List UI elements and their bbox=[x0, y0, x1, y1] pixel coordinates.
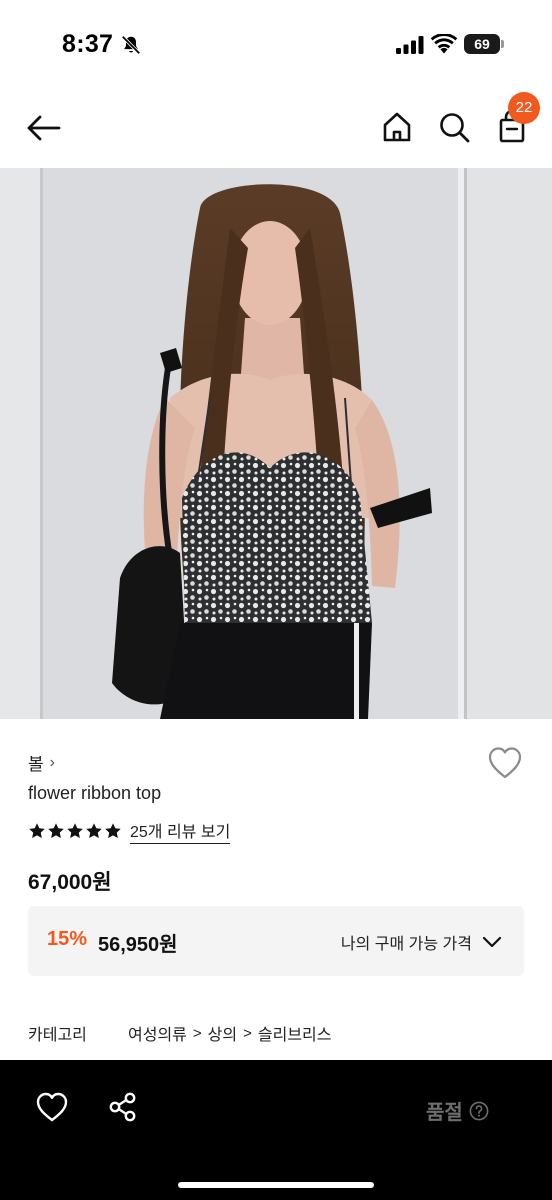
status-bar: 8:37 69 bbox=[0, 0, 552, 90]
search-icon bbox=[440, 113, 470, 143]
wifi-icon bbox=[431, 34, 457, 54]
home-icon bbox=[383, 112, 411, 142]
discount-price: 56,950원 bbox=[98, 934, 178, 956]
status-time: 8:37 bbox=[62, 30, 114, 58]
chevron-right-icon: > bbox=[243, 1024, 252, 1042]
discount-price-box: 15% 56,950원 나의 구매 가능 가격 bbox=[28, 906, 524, 976]
product-image[interactable] bbox=[0, 168, 552, 719]
discount-rate: 15% bbox=[47, 928, 88, 950]
back-button[interactable] bbox=[22, 108, 66, 148]
product-photo bbox=[0, 168, 552, 719]
review-link[interactable]: 25개 리뷰 보기 bbox=[130, 818, 231, 844]
product-name: flower ribbon top bbox=[28, 783, 162, 803]
brand-name: 볼 bbox=[28, 755, 44, 774]
share-button[interactable] bbox=[106, 1090, 140, 1124]
battery-level: 69 bbox=[464, 34, 500, 54]
battery-indicator: 69 bbox=[464, 34, 504, 54]
heart-outline-icon bbox=[488, 747, 522, 779]
chevron-right-icon: › bbox=[49, 753, 55, 771]
like-button[interactable] bbox=[34, 1090, 70, 1124]
my-price-dropdown[interactable]: 나의 구매 가능 가격 bbox=[341, 930, 502, 954]
my-price-label: 나의 구매 가능 가격 bbox=[340, 936, 472, 953]
battery-cap bbox=[501, 40, 504, 48]
category-item-sleeveless[interactable]: 슬리브리스 bbox=[258, 1021, 332, 1045]
cellular-signal-icon bbox=[396, 36, 424, 54]
category-item-tops[interactable]: 상의 bbox=[208, 1021, 237, 1045]
category-label: 카테고리 bbox=[28, 1027, 87, 1044]
star-icon bbox=[105, 823, 121, 839]
bell-muted-icon bbox=[121, 35, 141, 55]
star-rating bbox=[28, 822, 122, 840]
category-breadcrumb: 여성의류 > 상의 > 슬리브리스 bbox=[128, 1021, 331, 1045]
chevron-down-icon bbox=[482, 936, 502, 948]
search-button[interactable] bbox=[435, 108, 473, 146]
original-price: 67,000원 bbox=[28, 871, 112, 894]
home-indicator bbox=[178, 1182, 374, 1188]
heart-outline-icon bbox=[36, 1092, 68, 1122]
question-circle-icon[interactable] bbox=[469, 1101, 489, 1121]
cart-count-badge: 22 bbox=[508, 92, 540, 124]
bottom-action-bar: 품절 bbox=[0, 1060, 552, 1200]
home-button[interactable] bbox=[378, 108, 416, 146]
star-icon bbox=[29, 823, 45, 839]
rating-row: 25개 리뷰 보기 bbox=[28, 818, 231, 844]
arrow-left-icon bbox=[27, 115, 61, 141]
star-icon bbox=[48, 823, 64, 839]
share-icon bbox=[109, 1092, 136, 1122]
star-icon bbox=[67, 823, 83, 839]
wishlist-button[interactable] bbox=[486, 745, 524, 781]
app-header bbox=[0, 90, 552, 168]
brand-link[interactable]: 볼 › bbox=[28, 750, 55, 775]
soldout-status: 품절 bbox=[426, 1096, 489, 1125]
chevron-right-icon: > bbox=[192, 1024, 202, 1042]
category-item-women-clothing[interactable]: 여성의류 bbox=[128, 1021, 187, 1045]
soldout-label: 품절 bbox=[426, 1102, 463, 1124]
star-icon bbox=[86, 823, 102, 839]
